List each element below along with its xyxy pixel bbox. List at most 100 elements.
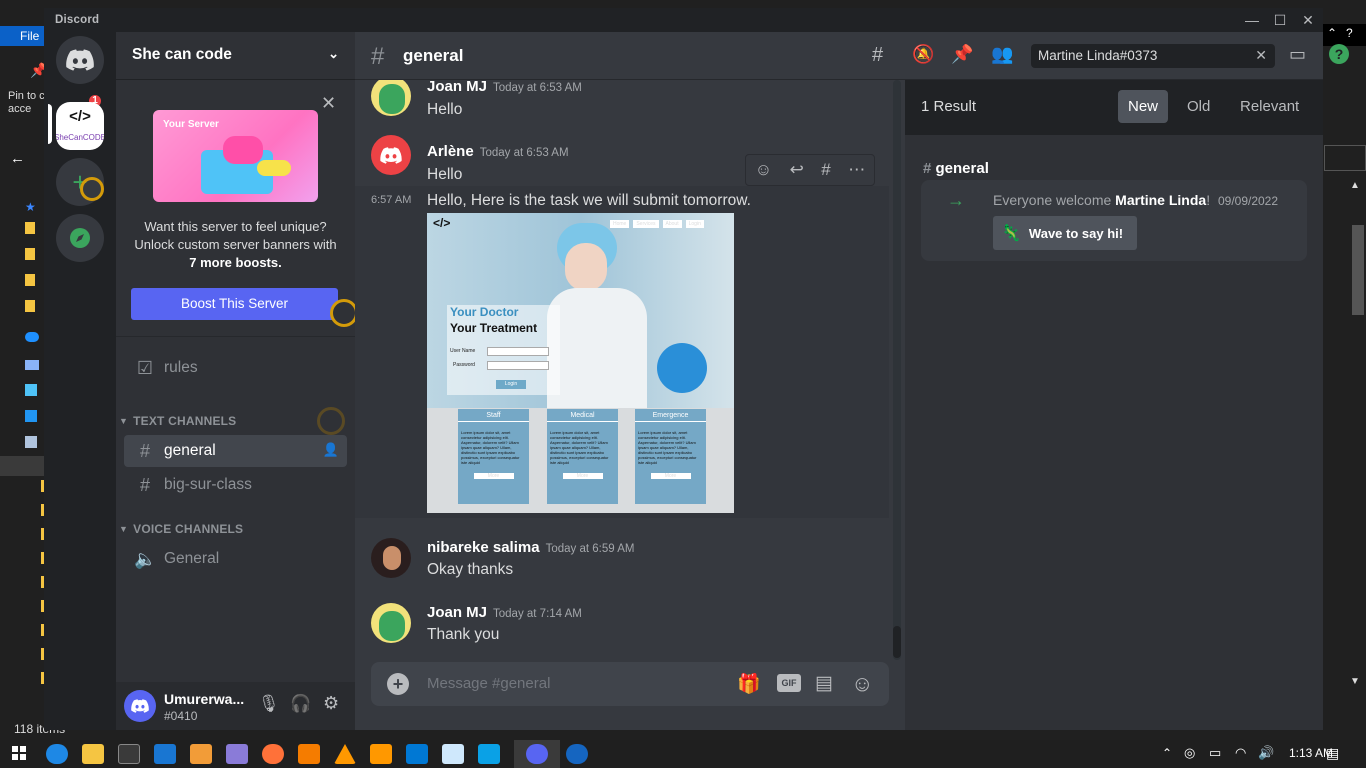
message-time: Today at 6:53 AM <box>493 82 582 94</box>
sticker-icon[interactable]: ▤ <box>815 672 833 695</box>
notifications-icon[interactable]: ▤ <box>1326 745 1339 762</box>
gif-button[interactable]: GIF <box>777 674 801 692</box>
sublime-icon[interactable] <box>370 744 392 764</box>
file-tab[interactable]: File <box>0 26 44 46</box>
avatar-joan-2[interactable] <box>371 603 411 643</box>
explorer-nav-icons: ★ <box>25 200 39 500</box>
hash-icon: # <box>139 440 150 461</box>
attach-plus-icon[interactable]: + <box>387 673 409 695</box>
members-icon[interactable]: 👥 <box>991 44 1013 65</box>
explorer-chevron-icon[interactable]: ⌃ <box>1327 26 1337 40</box>
chat-scrollbar-track[interactable] <box>893 80 901 660</box>
help-icon[interactable]: ? <box>1329 44 1349 64</box>
mute-icon[interactable]: 🔕 <box>912 44 934 65</box>
media-icon[interactable] <box>226 744 248 764</box>
avatar-joan[interactable] <box>371 76 411 116</box>
message-author: Arlène <box>427 143 474 160</box>
reply-icon[interactable]: ↩ <box>790 160 804 180</box>
attachment-image[interactable]: </> Home Services About Login Your Docto… <box>427 213 734 513</box>
speaker-icon: 🔈 <box>134 548 157 569</box>
wifi-icon[interactable]: ◠ <box>1235 745 1246 761</box>
message-text: Hello, Here is the task we will submit t… <box>427 192 751 209</box>
discord-window: Discord — ☐ ✕ 1 </> SheCanCODE + She can… <box>44 8 1349 730</box>
category-voice-channels[interactable]: ▼ VOICE CHANNELS <box>119 522 243 536</box>
chat-scrollbar-thumb[interactable] <box>893 626 901 658</box>
more-icon[interactable]: ⋯ <box>848 160 865 180</box>
join-arrow-icon: → <box>947 190 965 210</box>
microphone-icon[interactable]: 🎙 <box>258 694 280 714</box>
close-button[interactable]: ✕ <box>1296 11 1320 29</box>
channel-rules[interactable]: ☑ rules <box>124 352 347 384</box>
result-channel[interactable]: # general <box>923 160 989 177</box>
file-explorer-icon[interactable] <box>82 744 104 764</box>
coat-illustration <box>547 288 647 408</box>
back-arrow-icon[interactable]: ← <box>10 150 25 167</box>
message-time: Today at 7:14 AM <box>493 608 582 620</box>
xampp-icon[interactable] <box>298 744 320 764</box>
voice-channel-general[interactable]: 🔈 General <box>124 543 347 575</box>
channel-general[interactable]: # general 👤 <box>124 435 347 467</box>
character-illustration <box>223 136 263 164</box>
volume-icon[interactable]: 🔊 <box>1258 745 1274 761</box>
threads-icon[interactable]: # <box>872 44 883 67</box>
server-header[interactable]: She can code ⌄ <box>116 32 355 80</box>
boost-server-button[interactable]: Boost This Server <box>131 288 338 320</box>
search-result-card[interactable]: → Everyone welcome Martine Linda! 09/09/… <box>921 180 1307 261</box>
start-icon[interactable] <box>12 746 26 760</box>
minimize-button[interactable]: — <box>1240 11 1264 29</box>
result-count: 1 Result <box>921 98 977 115</box>
bluetooth-icon[interactable] <box>566 744 588 764</box>
discord-taskbar-icon[interactable] <box>526 744 548 764</box>
mock-password-label: Password <box>453 362 475 368</box>
tray-device-icon[interactable]: ◎ <box>1184 745 1195 761</box>
username: Umurerwa... <box>164 691 245 707</box>
gear-icon[interactable]: ⚙ <box>323 693 339 714</box>
search-value: Martine Linda#0373 <box>1038 48 1158 63</box>
emoji-icon[interactable]: ☺ <box>851 671 873 697</box>
sort-relevant-tab[interactable]: Relevant <box>1230 90 1309 123</box>
wave-button[interactable]: 🦎 Wave to say hi! <box>993 216 1137 250</box>
mail-icon[interactable] <box>154 744 176 764</box>
firefox-icon[interactable] <box>262 744 284 764</box>
headphones-icon[interactable]: 🎧 <box>290 694 311 714</box>
explorer-search-box[interactable] <box>1324 145 1366 171</box>
explorer-selected-item[interactable] <box>0 456 44 476</box>
gift-icon[interactable]: 🎁 <box>737 672 761 696</box>
home-button[interactable] <box>56 36 104 84</box>
maximize-button[interactable]: ☐ <box>1268 11 1292 29</box>
paint-icon[interactable] <box>190 744 212 764</box>
server-shecancode[interactable]: </> SheCanCODE <box>56 102 104 150</box>
sort-new-tab[interactable]: New <box>1118 90 1169 123</box>
photos-icon[interactable] <box>478 744 500 764</box>
clear-search-icon[interactable]: ✕ <box>1255 47 1267 64</box>
channel-big-sur-class[interactable]: # big-sur-class <box>124 469 347 501</box>
category-text-channels[interactable]: ▼ TEXT CHANNELS <box>119 414 236 428</box>
inbox-icon[interactable]: ▭ <box>1289 44 1306 65</box>
thread-icon[interactable]: # <box>821 160 830 180</box>
mock-logo: </> <box>433 216 451 230</box>
message-input[interactable]: Message #general <box>427 675 550 692</box>
pin-icon[interactable]: 📌 <box>951 44 973 65</box>
search-input[interactable]: Martine Linda#0373 ✕ <box>1031 44 1275 68</box>
add-reaction-icon[interactable]: ☺ <box>755 160 772 180</box>
battery-icon[interactable]: ▭ <box>1209 745 1221 761</box>
help-icon[interactable]: ? <box>1346 26 1353 40</box>
scroll-up-icon[interactable]: ▲ <box>1350 180 1360 194</box>
welcome-message: Everyone welcome Martine Linda! 09/09/20… <box>993 192 1279 208</box>
invite-icon[interactable]: 👤 <box>323 442 339 458</box>
avatar-nibareke[interactable] <box>371 538 411 578</box>
sort-old-tab[interactable]: Old <box>1177 90 1220 123</box>
close-promo-icon[interactable]: ✕ <box>321 93 336 114</box>
store-icon[interactable] <box>118 744 140 764</box>
notepad-icon[interactable] <box>442 744 464 764</box>
explore-servers-button[interactable] <box>56 214 104 262</box>
vlc-icon[interactable] <box>334 744 356 764</box>
user-avatar[interactable] <box>124 690 156 722</box>
edge-icon[interactable] <box>46 744 68 764</box>
explorer-scrollbar[interactable] <box>1352 225 1364 315</box>
vscode-icon[interactable] <box>406 744 428 764</box>
tray-chevron-icon[interactable]: ⌃ <box>1162 746 1172 760</box>
avatar-arlene[interactable] <box>371 135 411 175</box>
message-joan-2: Joan MJ Today at 7:14 AM <box>427 604 582 622</box>
scroll-down-icon[interactable]: ▼ <box>1350 676 1360 687</box>
